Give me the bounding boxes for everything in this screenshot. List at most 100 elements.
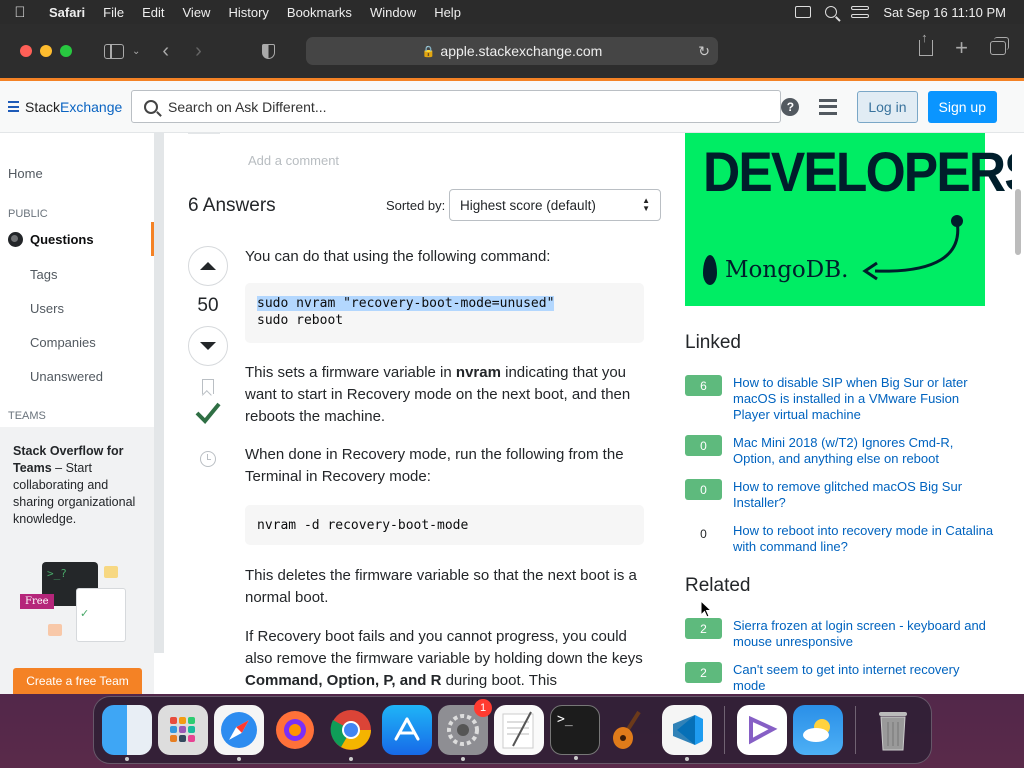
close-window-button[interactable] <box>20 45 32 57</box>
linked-item[interactable]: 6 How to disable SIP when Big Sur or lat… <box>685 375 995 423</box>
nav-users[interactable]: Users <box>30 301 64 316</box>
ad-brand-text: MongoDB. <box>725 257 849 283</box>
linked-item[interactable]: 0 How to remove glitched macOS Big Sur I… <box>685 479 995 511</box>
upvote-button[interactable] <box>188 246 228 286</box>
sort-select-value: Highest score (default) <box>460 197 596 213</box>
firefox-icon[interactable] <box>270 705 320 755</box>
search-icon <box>144 99 158 114</box>
menu-clock[interactable]: Sat Sep 16 11:10 PM <box>883 5 1006 20</box>
select-arrows-icon: ▲ ▼ <box>642 196 650 213</box>
spotlight-search-icon[interactable] <box>825 6 838 18</box>
chat-bubble-icon <box>104 566 118 578</box>
vscode-icon[interactable] <box>662 705 712 761</box>
minimize-window-button[interactable] <box>40 45 52 57</box>
apple-menu-icon[interactable]:  <box>0 4 40 21</box>
sidebar-toggle-icon[interactable] <box>104 43 124 59</box>
app-store-icon[interactable] <box>382 705 432 755</box>
related-item[interactable]: 2 Can't seem to get into internet recove… <box>685 662 995 694</box>
tab-overview-icon[interactable] <box>990 37 1009 55</box>
menu-view[interactable]: View <box>174 5 220 20</box>
trash-icon[interactable] <box>868 705 918 755</box>
sort-select[interactable]: Highest score (default) ▲ ▼ <box>449 189 661 221</box>
back-icon[interactable]: ‹ <box>162 40 169 63</box>
related-question-link[interactable]: Can't seem to get into internet recovery… <box>733 662 995 694</box>
site-search-input[interactable]: Search on Ask Different... <box>131 90 781 123</box>
create-team-button[interactable]: Create a free Team <box>13 668 142 694</box>
paragraph-bold-text: Command, Option, P, and R <box>245 672 442 689</box>
nav-public-heading: PUBLIC <box>8 208 48 220</box>
menu-help[interactable]: Help <box>425 5 470 20</box>
linked-question-link[interactable]: Mac Mini 2018 (w/T2) Ignores Cmd-R, Opti… <box>733 435 995 467</box>
reload-icon[interactable]: ↻ <box>698 43 710 60</box>
linked-item[interactable]: 0 How to reboot into recovery mode in Ca… <box>685 523 995 555</box>
downvote-button[interactable] <box>188 326 228 366</box>
weather-icon[interactable] <box>793 705 843 755</box>
system-preferences-icon[interactable]: 1 <box>438 699 492 761</box>
accepted-check-icon <box>195 402 221 424</box>
signup-button[interactable]: Sign up <box>927 90 997 123</box>
related-item[interactable]: 2 Sierra frozen at login screen - keyboa… <box>685 618 995 650</box>
add-comment-link[interactable]: Add a comment <box>248 153 339 168</box>
menu-bookmarks[interactable]: Bookmarks <box>278 5 361 20</box>
nav-unanswered[interactable]: Unanswered <box>30 369 103 384</box>
history-icon[interactable] <box>200 451 216 467</box>
nav-questions-label: Questions <box>30 232 94 247</box>
linked-question-link[interactable]: How to remove glitched macOS Big Sur Ins… <box>733 479 995 511</box>
site-switcher-icon[interactable] <box>819 98 838 115</box>
garageband-icon[interactable] <box>606 705 656 755</box>
answers-count-heading: 6 Answers <box>188 195 276 216</box>
control-center-icon[interactable] <box>851 6 870 18</box>
launchpad-icon[interactable] <box>158 705 208 755</box>
zoom-window-button[interactable] <box>60 45 72 57</box>
scrollbar-thumb[interactable] <box>1015 189 1021 255</box>
new-tab-icon[interactable]: + <box>955 37 968 59</box>
upvote-arrow-icon <box>200 262 216 270</box>
mongodb-advertisement[interactable]: DEVELOPERS. MongoDB. <box>685 133 1024 306</box>
linked-item[interactable]: 0 Mac Mini 2018 (w/T2) Ignores Cmd-R, Op… <box>685 435 995 467</box>
paragraph-text: during boot. This <box>441 672 558 689</box>
nav-questions[interactable]: Questions <box>8 222 154 256</box>
linked-question-link[interactable]: How to reboot into recovery mode in Cata… <box>733 523 995 555</box>
forward-icon[interactable]: › <box>195 40 202 63</box>
answer-paragraph-3: This deletes the firmware variable so th… <box>245 567 637 606</box>
menu-file[interactable]: File <box>94 5 133 20</box>
safari-window: ⌄ ‹ › 🔒 apple.stackexchange.com ↻ + Stac… <box>0 24 1024 694</box>
terminal-prompt-text: >_? <box>47 567 67 580</box>
nav-companies[interactable]: Companies <box>30 335 96 350</box>
terminal-icon[interactable]: >_ <box>550 705 600 760</box>
chrome-icon[interactable] <box>326 705 376 761</box>
linked-question-link[interactable]: How to disable SIP when Big Sur or later… <box>733 375 995 423</box>
login-button[interactable]: Log in <box>857 90 918 123</box>
code-line: nvram -d recovery-boot-mode <box>257 518 469 533</box>
privacy-shield-icon[interactable] <box>261 43 275 59</box>
left-sidebar: Home PUBLIC Questions Tags Users Compani… <box>0 133 164 694</box>
finder-icon[interactable] <box>102 705 152 761</box>
chevron-down-icon[interactable]: ⌄ <box>132 46 140 57</box>
url-text: apple.stackexchange.com <box>440 43 603 59</box>
paragraph-text: If Recovery boot fails and you cannot pr… <box>245 628 643 667</box>
nav-home[interactable]: Home <box>8 166 43 181</box>
menu-app-name[interactable]: Safari <box>40 5 94 20</box>
search-placeholder: Search on Ask Different... <box>168 98 327 115</box>
dock: 1 >_ <box>93 696 932 764</box>
page-scrollbar[interactable] <box>1012 133 1024 694</box>
related-votes-badge: 2 <box>685 618 722 639</box>
menu-window[interactable]: Window <box>361 5 425 20</box>
answer-paragraph-2: When done in Recovery mode, run the foll… <box>245 446 624 485</box>
paragraph-text: This sets a firmware variable in <box>245 364 456 381</box>
address-bar[interactable]: 🔒 apple.stackexchange.com ↻ <box>306 37 718 65</box>
help-icon[interactable]: ? <box>781 97 800 116</box>
stackexchange-logo[interactable]: Stack Exchange <box>0 99 122 115</box>
mongodb-leaf-icon <box>703 255 717 285</box>
menu-history[interactable]: History <box>219 5 277 20</box>
nav-tags[interactable]: Tags <box>30 267 57 282</box>
screen-mirroring-icon[interactable] <box>795 6 812 18</box>
textedit-icon[interactable] <box>494 705 544 755</box>
safari-icon[interactable] <box>214 705 264 761</box>
bookmark-icon[interactable] <box>202 379 214 394</box>
check-icon: ✓ <box>80 608 90 620</box>
menu-edit[interactable]: Edit <box>133 5 173 20</box>
related-question-link[interactable]: Sierra frozen at login screen - keyboard… <box>733 618 995 650</box>
share-icon[interactable] <box>919 30 934 56</box>
visual-studio-icon[interactable] <box>737 705 787 755</box>
